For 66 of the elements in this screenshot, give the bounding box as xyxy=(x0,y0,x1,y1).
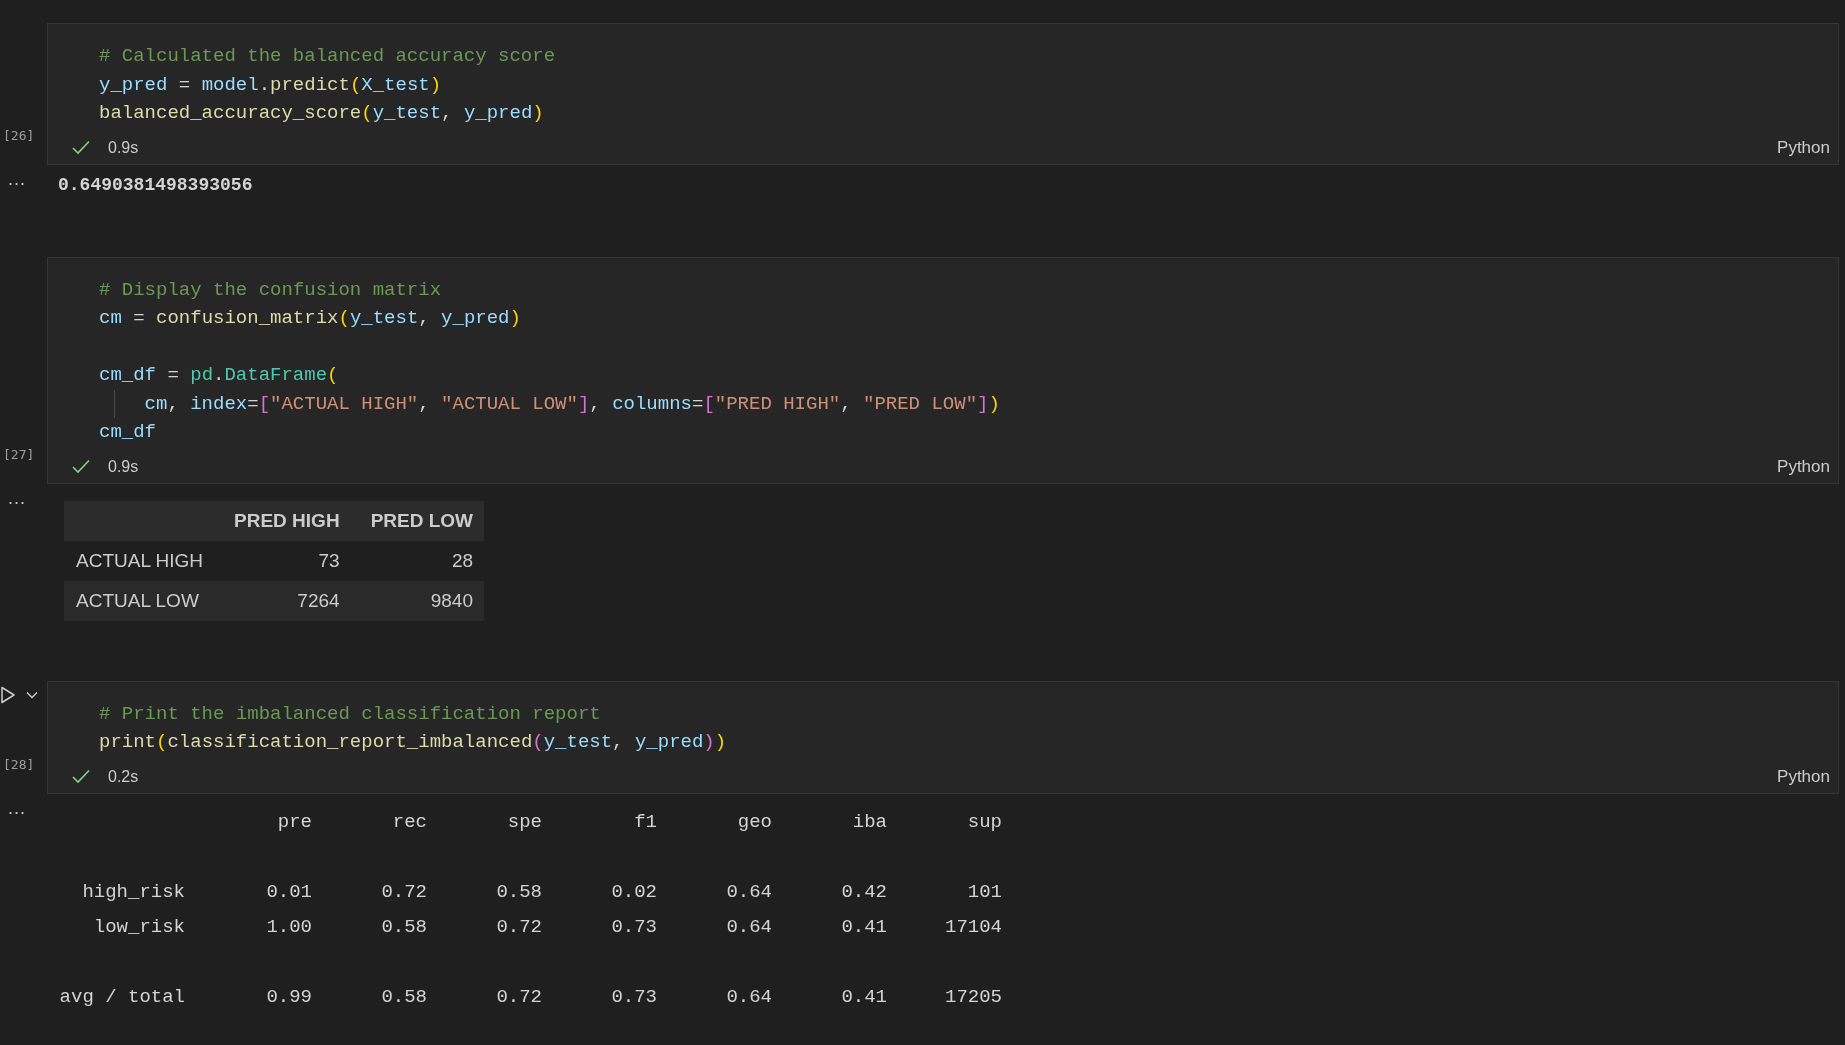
row-label: ACTUAL HIGH xyxy=(64,540,215,581)
output-more-button[interactable]: ... xyxy=(8,487,26,509)
output-text: 0.6490381498393056 xyxy=(58,173,253,197)
table-cell-text: 0.02 xyxy=(610,879,657,905)
table-cell-text: 0.41 xyxy=(840,914,887,940)
table-cell-text: 0.73 xyxy=(610,984,657,1010)
column-header: geo xyxy=(736,809,772,835)
table-cell: 9840 xyxy=(350,580,484,621)
code-line: cm_df = pd.DataFrame( xyxy=(99,363,339,388)
column-header: iba xyxy=(851,809,887,835)
code-cell[interactable]: # Display the confusion matrix cm = confusion_matrix(y_test, y_pred) cm_df = pd.DataFrame( cm, index=["ACTUAL HIGH", "ACTUAL LOW"], columns=["PRED HIGH", "PRED LOW"]) cm_df 0.9s Python xyxy=(47,256,1839,484)
code-line: # Display the confusion matrix xyxy=(99,277,442,303)
duration-label: 0.9s xyxy=(108,138,139,157)
table-cell-text: 0.64 xyxy=(725,879,772,905)
table-cell-text: 0.73 xyxy=(610,914,657,940)
language-label[interactable]: Python xyxy=(1777,766,1830,787)
row-label: ACTUAL LOW xyxy=(64,580,215,621)
code-line: print(classification_report_imbalanced(y_test, y_pred)) xyxy=(99,730,727,755)
run-icon[interactable] xyxy=(0,685,16,704)
code-line: balanced_accuracy_score(y_test, y_pred) xyxy=(99,101,544,126)
execution-count: [27] xyxy=(3,446,35,462)
table-cell-text: 17104 xyxy=(944,914,1002,940)
table-cell-text: 0.99 xyxy=(265,984,312,1010)
row-label: low_risk xyxy=(92,914,185,940)
code-line: cm = confusion_matrix(y_test, y_pred) xyxy=(99,306,521,331)
duration-label: 0.2s xyxy=(108,767,139,786)
column-header: PRED LOW xyxy=(350,500,484,541)
table-cell-text: 0.58 xyxy=(380,914,427,940)
table-cell-text: 0.41 xyxy=(840,984,887,1010)
code-line: # Calculated the balanced accuracy score xyxy=(99,44,556,69)
duration-label: 0.9s xyxy=(108,457,139,476)
table-cell-text: 0.58 xyxy=(380,984,427,1010)
column-header: PRED HIGH xyxy=(214,500,351,541)
language-label[interactable]: Python xyxy=(1777,137,1830,158)
code-cell[interactable]: # Print the imbalanced classification report print(classification_report_imbalanced(y_test, y_pred)) 0.2s Python xyxy=(47,680,1839,794)
table-cell: 28 xyxy=(350,540,484,581)
execution-count: [26] xyxy=(3,127,35,143)
output-more-button[interactable]: ... xyxy=(8,797,26,819)
language-label[interactable]: Python xyxy=(1777,456,1830,477)
column-header: spe xyxy=(506,809,542,835)
row-label: avg / total xyxy=(58,984,185,1010)
row-label: high_risk xyxy=(81,879,185,905)
code-cell[interactable]: # Calculated the balanced accuracy score y_pred = model.predict(X_test) balanced_accuracy_score(y_test, y_pred) 0.9s Python xyxy=(47,23,1839,165)
table-cell: 73 xyxy=(214,540,351,581)
table-cell-text: 101 xyxy=(966,879,1002,905)
table-cell-text: 1.00 xyxy=(265,914,312,940)
table-cell-text: 17205 xyxy=(944,984,1002,1010)
table-cell-text: 0.42 xyxy=(840,879,887,905)
execution-count: [28] xyxy=(3,756,35,772)
column-header: pre xyxy=(276,809,312,835)
table-cell-text: 0.64 xyxy=(725,914,772,940)
chevron-down-icon[interactable] xyxy=(26,690,38,699)
table-cell: 7264 xyxy=(214,580,351,621)
table-cell-text: 0.58 xyxy=(495,879,542,905)
table-cell-text: 0.72 xyxy=(380,879,427,905)
code-line: y_pred = model.predict(X_test) xyxy=(99,72,442,98)
table-cell-text: 0.72 xyxy=(495,914,542,940)
output-more-button[interactable]: ... xyxy=(8,168,26,190)
table-cell-text: 0.01 xyxy=(265,879,312,905)
table-cell-text: 0.72 xyxy=(495,984,542,1010)
column-header: f1 xyxy=(633,809,657,835)
column-header: sup xyxy=(966,809,1002,835)
column-header: rec xyxy=(391,809,427,835)
code-line: # Print the imbalanced classification report xyxy=(99,701,601,727)
code-line: cm_df xyxy=(99,420,156,445)
table-cell-text: 0.64 xyxy=(725,984,772,1010)
